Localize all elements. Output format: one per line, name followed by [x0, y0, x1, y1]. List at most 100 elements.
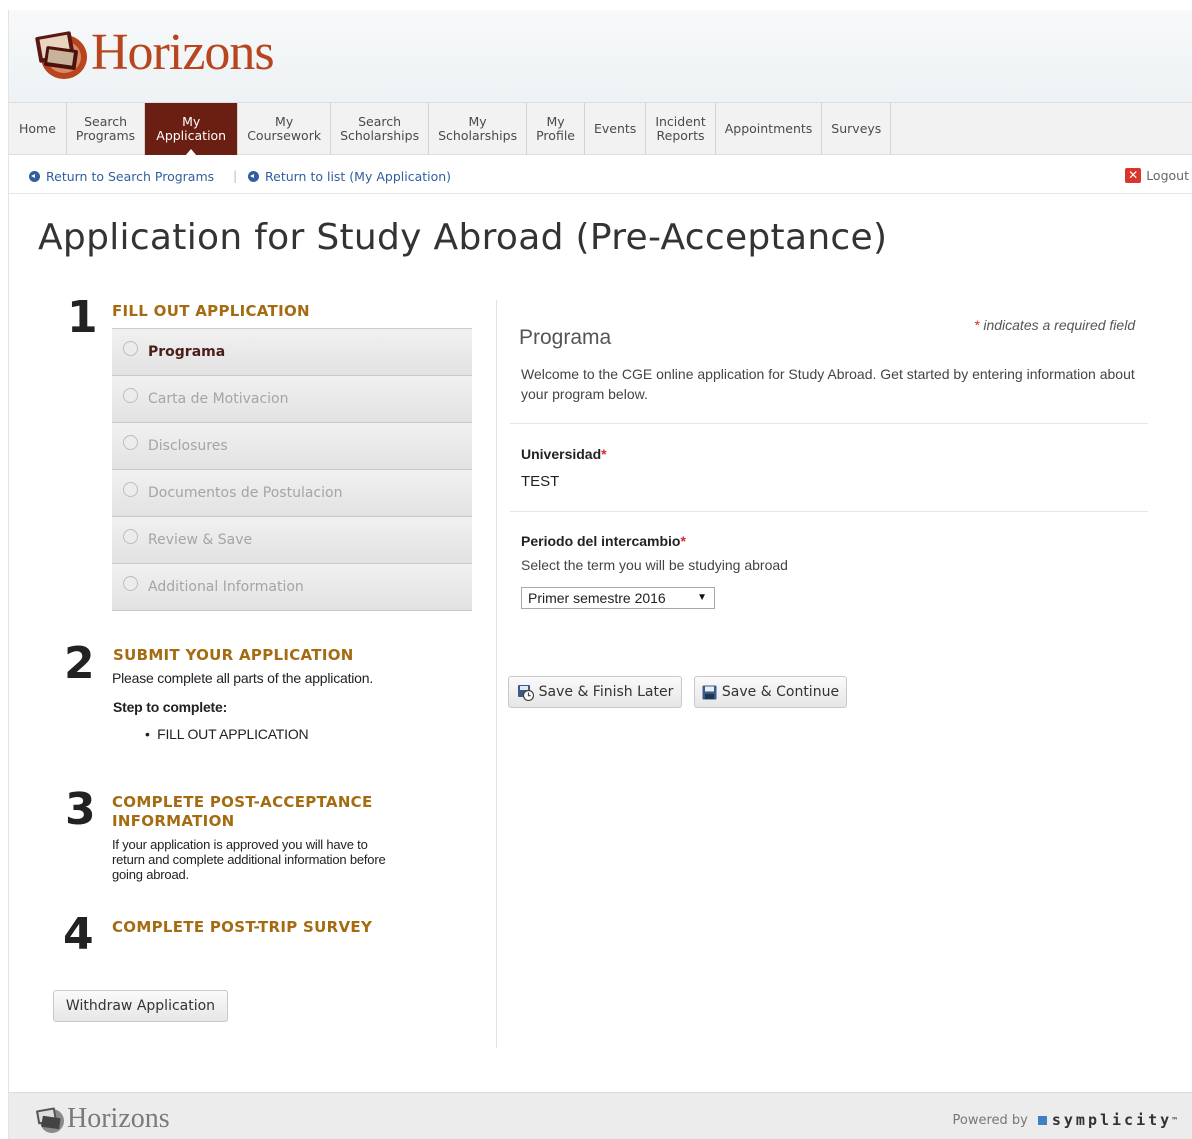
periodo-label: Periodo del intercambio* [521, 533, 686, 549]
step-to-complete-text: FILL OUT APPLICATION [157, 726, 309, 742]
clock-save-icon [517, 684, 534, 701]
powered-by-text: Powered by [952, 1112, 1028, 1128]
periodo-selected-value: Primer semestre 2016 [528, 590, 666, 606]
nav-search-scholarships[interactable]: Search Scholarships [331, 103, 430, 155]
nav-my-coursework[interactable]: My Coursework [238, 103, 332, 155]
universidad-label: Universidad* [521, 446, 607, 462]
back-arrow-icon [248, 171, 259, 182]
nav-events[interactable]: Events [585, 103, 647, 155]
radio-icon [123, 576, 138, 591]
required-note-text: indicates a required field [983, 317, 1136, 333]
step-3-title-line1: COMPLETE POST-ACCEPTANCE [112, 793, 373, 811]
dropdown-arrow-icon: ▼ [697, 592, 707, 603]
step-2-description: Please complete all parts of the applica… [112, 670, 374, 686]
logo-text: Horizons [91, 24, 275, 81]
step-3-desc-line3: going abroad. [112, 867, 189, 882]
link-separator: | [233, 168, 238, 183]
nav-my-application[interactable]: My Application [145, 103, 239, 156]
application-steps-list: Programa Carta de Motivacion Disclosures… [112, 328, 472, 611]
step-3-desc-line2: return and complete additional informati… [112, 852, 386, 867]
logout-label: Logout [1146, 168, 1189, 183]
required-field-note: * indicates a required field [974, 317, 1135, 333]
books-globe-icon [33, 24, 93, 82]
step-to-complete-label: Step to complete: [113, 699, 228, 715]
back-arrow-icon [29, 171, 40, 182]
step-4-title: COMPLETE POST-TRIP SURVEY [112, 918, 373, 936]
divider [510, 423, 1148, 424]
header: Horizons [9, 10, 1192, 102]
section-title: Programa [519, 326, 612, 349]
periodo-label-text: Periodo del intercambio [521, 533, 681, 549]
save-continue-button[interactable]: Save & Continue [694, 676, 847, 708]
symplicity-square-icon [1037, 1115, 1047, 1125]
step-3-number: 3 [65, 784, 96, 835]
step-item-programa[interactable]: Programa [112, 329, 472, 376]
page: Horizons Home Search Programs My Applica… [8, 10, 1192, 1139]
radio-icon [123, 482, 138, 497]
symplicity-logo[interactable]: symplicity ™ [1037, 1111, 1177, 1129]
step-4-number: 4 [63, 909, 94, 960]
step-item-label: Review & Save [148, 532, 253, 548]
nav-search-programs[interactable]: Search Programs [67, 103, 146, 155]
nav-surveys[interactable]: Surveys [822, 103, 892, 155]
step-item-label: Documentos de Postulacion [148, 485, 343, 501]
footer-logo: Horizons [35, 1103, 170, 1135]
powered-by: Powered by symplicity ™ [953, 1111, 1178, 1129]
step-2-title: SUBMIT YOUR APPLICATION [113, 646, 354, 664]
logout-icon: ✕ [1125, 168, 1142, 183]
sub-nav: Return to Search Programs | Return to li… [9, 156, 1192, 194]
save-finish-later-label: Save & Finish Later [538, 684, 674, 700]
save-continue-label: Save & Continue [721, 684, 840, 700]
step-item-disclosures[interactable]: Disclosures [112, 423, 472, 470]
floppy-disk-icon [702, 685, 717, 700]
intro-text: Welcome to the CGE online application fo… [521, 366, 1135, 402]
return-list-label: Return to list (My Application) [265, 169, 452, 184]
main-nav: Home Search Programs My Application My C… [9, 102, 1192, 156]
nav-appointments[interactable]: Appointments [716, 103, 823, 155]
footer-logo-text: Horizons [67, 1103, 170, 1134]
step-1-number: 1 [67, 292, 98, 343]
step-3-desc-line1: If your application is approved you will… [112, 837, 368, 852]
return-search-link[interactable]: Return to Search Programs [29, 169, 214, 184]
column-divider [496, 300, 497, 1048]
periodo-select[interactable]: Primer semestre 2016 ▼ [521, 587, 715, 609]
required-asterisk: * [974, 317, 980, 333]
return-list-link[interactable]: Return to list (My Application) [248, 169, 451, 184]
step-1-title: FILL OUT APPLICATION [112, 302, 310, 320]
save-finish-later-button[interactable]: Save & Finish Later [508, 676, 682, 708]
radio-icon [123, 435, 138, 450]
withdraw-application-button[interactable]: Withdraw Application [53, 990, 228, 1022]
required-asterisk: * [680, 533, 686, 549]
step-2-number: 2 [64, 638, 95, 689]
logout-link[interactable]: ✕ Logout [1125, 168, 1189, 183]
return-search-label: Return to Search Programs [46, 169, 215, 184]
footer: Horizons Powered by symplicity ™ [9, 1092, 1192, 1139]
radio-icon [123, 388, 138, 403]
page-title: Application for Study Abroad (Pre-Accept… [38, 217, 888, 258]
step-item-additional[interactable]: Additional Information [112, 564, 472, 611]
step-item-documentos[interactable]: Documentos de Postulacion [112, 470, 472, 517]
nav-home[interactable]: Home [9, 103, 67, 155]
step-item-label: Disclosures [148, 438, 228, 454]
step-item-carta[interactable]: Carta de Motivacion [112, 376, 472, 423]
universidad-label-text: Universidad [521, 446, 602, 462]
logo[interactable]: Horizons [33, 24, 275, 82]
nav-my-profile[interactable]: My Profile [527, 103, 585, 155]
periodo-help: Select the term you will be studying abr… [521, 557, 788, 573]
nav-my-scholarships[interactable]: My Scholarships [429, 103, 528, 155]
step-3-title-line2: INFORMATION [112, 812, 235, 830]
trademark: ™ [1172, 1115, 1177, 1125]
universidad-value: TEST [521, 473, 560, 490]
books-globe-icon [35, 1104, 67, 1134]
step-item-label: Additional Information [148, 579, 304, 595]
required-asterisk: * [601, 446, 607, 462]
nav-incident-reports[interactable]: Incident Reports [646, 103, 716, 155]
radio-icon [123, 341, 138, 356]
radio-icon [123, 529, 138, 544]
divider [510, 511, 1148, 512]
step-item-label: Carta de Motivacion [148, 391, 289, 407]
step-to-complete-item: • FILL OUT APPLICATION [145, 726, 309, 742]
symplicity-text: symplicity [1051, 1111, 1173, 1129]
step-item-label: Programa [148, 344, 226, 360]
step-item-review[interactable]: Review & Save [112, 517, 472, 564]
